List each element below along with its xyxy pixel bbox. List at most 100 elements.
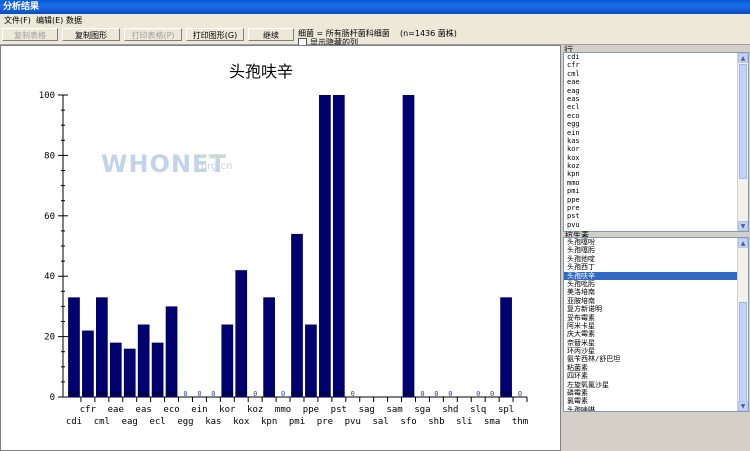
row-list-item[interactable]: pre	[564, 204, 748, 212]
bar	[500, 297, 512, 397]
x-tick-label: cfr	[80, 405, 97, 415]
x-tick-label: mmo	[275, 405, 291, 415]
row-list-item[interactable]: sag	[564, 229, 748, 231]
row-list-item[interactable]: cdi	[564, 53, 748, 61]
bar	[263, 297, 275, 397]
x-tick-label: pmi	[289, 417, 305, 427]
row-list-item[interactable]: eae	[564, 78, 748, 86]
bar-chart: 0 20 40 60 80 100 cdi cfr cml eae eag eas ecl eco 0 egg…	[39, 91, 528, 427]
zero-marker: 0	[476, 390, 480, 398]
antibiotic-list-item[interactable]: 复方新诺明	[564, 305, 748, 313]
antibiotic-list-item[interactable]: 妥布霉素	[564, 314, 748, 322]
row-list-item[interactable]: koz	[564, 162, 748, 170]
row-list-item[interactable]: kox	[564, 154, 748, 162]
antibiotic-list-item[interactable]: 头孢呋辛	[564, 271, 748, 280]
row-list-item[interactable]: kas	[564, 137, 748, 145]
row-list-item[interactable]: pvu	[564, 221, 748, 229]
bar	[82, 330, 94, 397]
x-tick-label: slq	[470, 405, 486, 415]
copy-table-button[interactable]: 复制表格	[2, 28, 58, 41]
zero-marker: 0	[197, 390, 201, 398]
zero-marker: 0	[253, 390, 257, 398]
antibiotic-list-item[interactable]: 庆大霉素	[564, 330, 748, 338]
antibiotic-list-item[interactable]: 奈替米星	[564, 339, 748, 347]
zero-marker: 0	[351, 390, 355, 398]
x-tick-label: sal	[373, 417, 389, 427]
antibiotic-list-item[interactable]: 氯霉素	[564, 397, 748, 405]
antibiotic-list[interactable]: 头孢噻吩 头孢噻肟 头孢他啶 头孢西丁 头孢呋辛 头孢吡肟 美洛培南 亚胺培南 复方新诺明 妥布霉…	[563, 237, 749, 412]
row-list[interactable]: cdi cfr cml eae eag eas ecl eco egg ein kas kor kox k…	[563, 52, 749, 232]
print-chart-button[interactable]: 打印图形(G)	[186, 28, 244, 41]
window-title: 分析结果	[0, 0, 750, 14]
row-list-item[interactable]: eco	[564, 112, 748, 120]
zero-marker: 0	[211, 390, 215, 398]
x-tick-label: sma	[484, 417, 500, 427]
bar	[68, 297, 80, 397]
row-list-item[interactable]: eag	[564, 87, 748, 95]
scroll-down-icon[interactable]: ▼	[738, 401, 748, 411]
antibiotic-list-item[interactable]: 美洛培南	[564, 288, 748, 296]
zero-marker: 0	[434, 390, 438, 398]
row-list-item[interactable]: kor	[564, 145, 748, 153]
menu-data[interactable]: 数据	[66, 15, 82, 26]
bar	[221, 324, 234, 397]
x-tick-label: koz	[247, 405, 263, 415]
antibiotic-list-item[interactable]: 亚胺培南	[564, 297, 748, 305]
scroll-up-icon[interactable]: ▲	[738, 238, 748, 248]
chart-area: WHONET 中文网 org.cn 头孢呋辛 0 20 40 60 80 100 cdi cf…	[0, 45, 561, 451]
row-list-item[interactable]: cml	[564, 70, 748, 78]
continue-button[interactable]: 继续	[248, 28, 294, 41]
copy-chart-button[interactable]: 复制图形	[62, 28, 120, 41]
row-list-item[interactable]: ein	[564, 129, 748, 137]
antibiotic-list-item[interactable]: 磷霉素	[564, 389, 748, 397]
bar	[319, 95, 331, 397]
antibiotic-list-item[interactable]: 四环素	[564, 372, 748, 380]
row-list-item[interactable]: kpn	[564, 170, 748, 178]
x-tick-label: cml	[94, 417, 110, 427]
bar	[235, 270, 248, 397]
menu-edit[interactable]: 编辑(E)	[36, 15, 63, 26]
print-table-button[interactable]: 打印表格(P)	[124, 28, 182, 41]
antibiotic-list-item[interactable]: 头孢唑啉	[564, 406, 748, 411]
antibiotic-list-item[interactable]: 氨苄西林/舒巴坦	[564, 355, 748, 363]
x-tick-label: sam	[386, 405, 402, 415]
menu-file[interactable]: 文件(F)	[4, 15, 31, 26]
antibiotic-list-item[interactable]: 头孢西丁	[564, 263, 748, 271]
antibiotic-list-scrollbar[interactable]: ▲ ▼	[737, 238, 748, 411]
x-tick-label: thm	[512, 417, 528, 427]
row-list-item[interactable]: pst	[564, 212, 748, 220]
scroll-up-icon[interactable]: ▲	[738, 53, 748, 63]
antibiotic-list-item[interactable]: 头孢噻肟	[564, 246, 748, 254]
x-tick-label: kas	[205, 417, 221, 427]
row-list-item[interactable]: pmi	[564, 187, 748, 195]
row-list-item[interactable]: ecl	[564, 103, 748, 111]
zero-marker: 0	[281, 390, 285, 398]
row-list-item[interactable]: mmo	[564, 179, 748, 187]
x-tick-label: sli	[456, 417, 472, 427]
x-tick-label: pvu	[345, 417, 361, 427]
y-tick-label: 100	[39, 91, 55, 101]
antibiotic-list-item[interactable]: 左旋氧氟沙星	[564, 381, 748, 389]
scroll-thumb[interactable]	[739, 302, 747, 402]
y-tick-label: 20	[44, 333, 55, 343]
x-tick-label: kor	[219, 405, 236, 415]
x-tick-label: eae	[108, 405, 124, 415]
antibiotic-list-item[interactable]: 粘菌素	[564, 364, 748, 372]
x-tick-label: pst	[331, 405, 347, 415]
scroll-down-icon[interactable]: ▼	[738, 221, 748, 231]
row-list-item[interactable]: egg	[564, 120, 748, 128]
antibiotic-list-item[interactable]: 头孢他啶	[564, 255, 748, 263]
scroll-thumb[interactable]	[739, 64, 747, 179]
x-tick-label: shb	[428, 417, 444, 427]
x-tick-label: ecl	[149, 417, 165, 427]
x-tick-label: cdi	[66, 417, 82, 427]
bar	[137, 324, 150, 397]
bar	[291, 233, 303, 397]
row-list-item[interactable]: eas	[564, 95, 748, 103]
row-list-item[interactable]: ppe	[564, 196, 748, 204]
row-list-item[interactable]: cfr	[564, 61, 748, 69]
x-tick-label: ein	[191, 405, 207, 415]
zero-marker: 0	[420, 390, 424, 398]
row-list-scrollbar[interactable]: ▲ ▼	[737, 53, 748, 231]
y-tick-label: 0	[50, 393, 55, 403]
